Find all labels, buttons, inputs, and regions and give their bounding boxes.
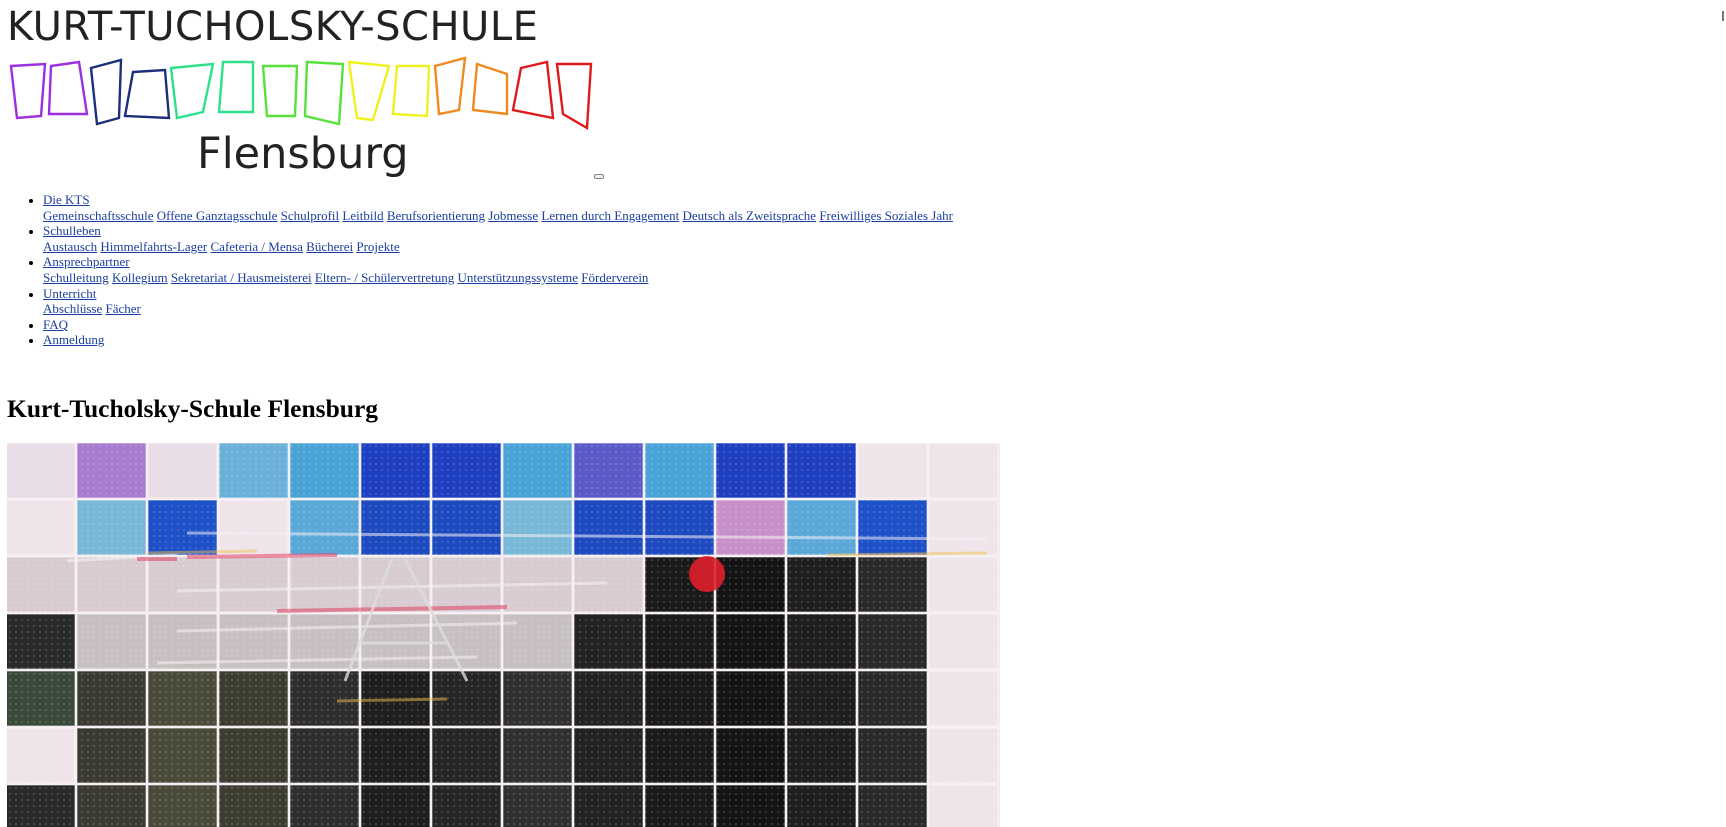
logo-shape [9,62,47,120]
nav-submenu-link[interactable]: Schulleitung [43,270,109,285]
nav-submenu-link[interactable]: Freiwilliges Soziales Jahr [819,208,953,223]
nav-submenu-link[interactable]: Austausch [43,239,97,254]
nav-item-unterricht: UnterrichtAbschlüsse Fächer [43,286,953,317]
logo-rainbow-shapes [9,56,593,131]
nav-submenu-link[interactable]: Deutsch als Zweitsprache [683,208,817,223]
logo-shape [47,60,89,116]
nav-link[interactable]: Anmeldung [43,332,104,347]
nav-submenu-link[interactable]: Abschlüsse [43,301,102,316]
logo-shape [169,62,215,120]
nav-item-die-kts: Die KTSGemeinschaftsschule Offene Ganzta… [43,192,953,223]
logo-shape [347,60,391,122]
logo-shape [471,62,509,116]
main-navigation: Die KTSGemeinschaftsschule Offene Ganzta… [0,192,953,348]
logo-shape [391,64,431,118]
nav-submenu: Gemeinschaftsschule Offene Ganztagsschul… [43,208,953,224]
nav-submenu-link[interactable]: Projekte [356,239,399,254]
school-logo[interactable]: KURT-TUCHOLSKY-SCHULE Flensburg [7,4,599,180]
nav-link[interactable]: Ansprechpartner [43,254,130,269]
nav-item-anmeldung: Anmeldung [43,332,953,348]
logo-title: KURT-TUCHOLSKY-SCHULE [7,4,539,50]
hero-image [7,443,1000,827]
nav-submenu-link[interactable]: Himmelfahrts-Lager [100,239,207,254]
nav-submenu-link[interactable]: Cafeteria / Mensa [211,239,303,254]
nav-list: Die KTSGemeinschaftsschule Offene Ganzta… [0,192,953,348]
nav-link[interactable]: Unterricht [43,286,96,301]
nav-submenu-link[interactable]: Schulprofil [281,208,340,223]
nav-submenu-link[interactable]: Leitbild [342,208,383,223]
logo-shape [261,64,299,118]
logo-shape [217,60,255,114]
nav-submenu: Austausch Himmelfahrts-Lager Cafeteria /… [43,239,953,255]
nav-link[interactable]: Die KTS [43,192,90,207]
logo-shape [511,60,555,120]
scrollbar-indicator[interactable] [1722,11,1724,21]
nav-item-faq: FAQ [43,317,953,333]
nav-submenu-link[interactable]: Kollegium [112,270,168,285]
nav-submenu-link[interactable]: Offene Ganztagsschule [157,208,278,223]
nav-submenu-link[interactable]: Unterstützungssysteme [457,270,578,285]
logo-shape [123,68,171,120]
nav-submenu: Abschlüsse Fächer [43,301,953,317]
nav-item-ansprechpartner: AnsprechpartnerSchulleitung Kollegium Se… [43,254,953,285]
nav-link[interactable]: FAQ [43,317,68,332]
nav-submenu-link[interactable]: Fächer [105,301,140,316]
logo-shape [433,56,467,116]
hero-mosaic [7,443,1000,827]
logo-shape [89,58,123,126]
nav-submenu-link[interactable]: Lernen durch Engagement [541,208,679,223]
nav-submenu-link[interactable]: Jobmesse [488,208,538,223]
nav-item-schulleben: SchullebenAustausch Himmelfahrts-Lager C… [43,223,953,254]
menu-toggle-button[interactable] [594,174,604,179]
nav-submenu-link[interactable]: Eltern- / Schülervertretung [315,270,454,285]
logo-shape [555,62,593,131]
nav-submenu-link[interactable]: Gemeinschaftsschule [43,208,153,223]
nav-link[interactable]: Schulleben [43,223,101,238]
nav-submenu-link[interactable]: Bücherei [306,239,353,254]
nav-submenu: Schulleitung Kollegium Sekretariat / Hau… [43,270,953,286]
logo-subtitle: Flensburg [197,129,409,179]
nav-submenu-link[interactable]: Förderverein [581,270,648,285]
logo-shape [303,60,345,126]
page-title: Kurt-Tucholsky-Schule Flensburg [7,394,379,423]
nav-submenu-link[interactable]: Berufsorientierung [387,208,485,223]
nav-submenu-link[interactable]: Sekretariat / Hausmeisterei [171,270,312,285]
